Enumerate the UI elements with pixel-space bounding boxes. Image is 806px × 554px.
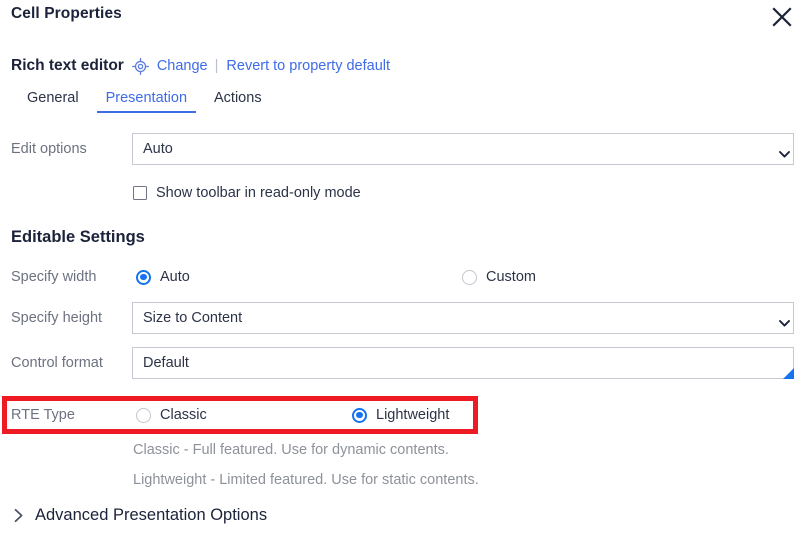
- property-line: Rich text editor Change | Revert to prop…: [11, 56, 390, 76]
- rte-type-row: RTE Type Classic Lightweight: [0, 399, 806, 431]
- specify-height-label: Specify height: [11, 310, 103, 326]
- control-format-input[interactable]: Default: [132, 347, 794, 379]
- radio-auto-label: Auto: [160, 269, 190, 285]
- radio-classic-label: Classic: [160, 407, 207, 423]
- radio-auto[interactable]: [136, 269, 151, 285]
- tab-general[interactable]: General: [18, 90, 88, 113]
- show-toolbar-checkbox[interactable]: [133, 186, 147, 200]
- editable-settings-heading: Editable Settings: [11, 228, 145, 246]
- specify-height-row: Specify height Size to Content: [0, 302, 806, 334]
- tab-actions[interactable]: Actions: [205, 90, 271, 113]
- rte-type-hint-classic: Classic - Full featured. Use for dynamic…: [133, 442, 449, 458]
- tab-bar: General Presentation Actions: [18, 82, 280, 113]
- page-title: Cell Properties: [11, 5, 122, 22]
- advanced-presentation-options-label: Advanced Presentation Options: [35, 506, 268, 524]
- edit-options-select[interactable]: Auto: [132, 133, 794, 165]
- edit-options-label: Edit options: [11, 141, 87, 157]
- radio-custom[interactable]: [462, 269, 477, 285]
- control-format-row: Control format Default: [0, 347, 806, 379]
- dialog-header: Cell Properties: [0, 0, 806, 40]
- edit-options-row: Edit options Auto: [0, 133, 806, 165]
- chevron-right-icon: [11, 508, 26, 523]
- radio-classic[interactable]: [136, 407, 151, 423]
- property-name: Rich text editor: [11, 57, 124, 74]
- specify-width-label: Specify width: [11, 269, 97, 285]
- tab-presentation[interactable]: Presentation: [96, 90, 197, 113]
- revert-to-property-default-link[interactable]: Revert to property default: [226, 58, 390, 74]
- close-icon[interactable]: [768, 3, 796, 31]
- change-link[interactable]: Change: [157, 58, 208, 74]
- rte-type-option-lightweight[interactable]: Lightweight: [352, 399, 449, 431]
- specify-width-option-custom[interactable]: Custom: [462, 261, 536, 293]
- radio-custom-label: Custom: [486, 269, 536, 285]
- specify-height-select[interactable]: Size to Content: [132, 302, 794, 334]
- corner-triangle-icon: [783, 368, 794, 379]
- show-toolbar-checkbox-row[interactable]: Show toolbar in read-only mode: [133, 185, 361, 201]
- link-separator: |: [214, 58, 219, 74]
- control-format-label: Control format: [11, 355, 103, 371]
- radio-lightweight-label: Lightweight: [376, 407, 450, 423]
- radio-lightweight[interactable]: [352, 407, 367, 423]
- rte-type-hint-lightweight: Lightweight - Limited featured. Use for …: [133, 472, 479, 488]
- show-toolbar-label: Show toolbar in read-only mode: [156, 185, 361, 201]
- advanced-presentation-options-toggle[interactable]: Advanced Presentation Options: [11, 506, 267, 525]
- rte-type-label: RTE Type: [11, 407, 75, 423]
- target-icon[interactable]: [131, 57, 149, 75]
- specify-width-option-auto[interactable]: Auto: [136, 261, 190, 293]
- specify-width-row: Specify width Auto Custom: [0, 261, 806, 293]
- rte-type-option-classic[interactable]: Classic: [136, 399, 207, 431]
